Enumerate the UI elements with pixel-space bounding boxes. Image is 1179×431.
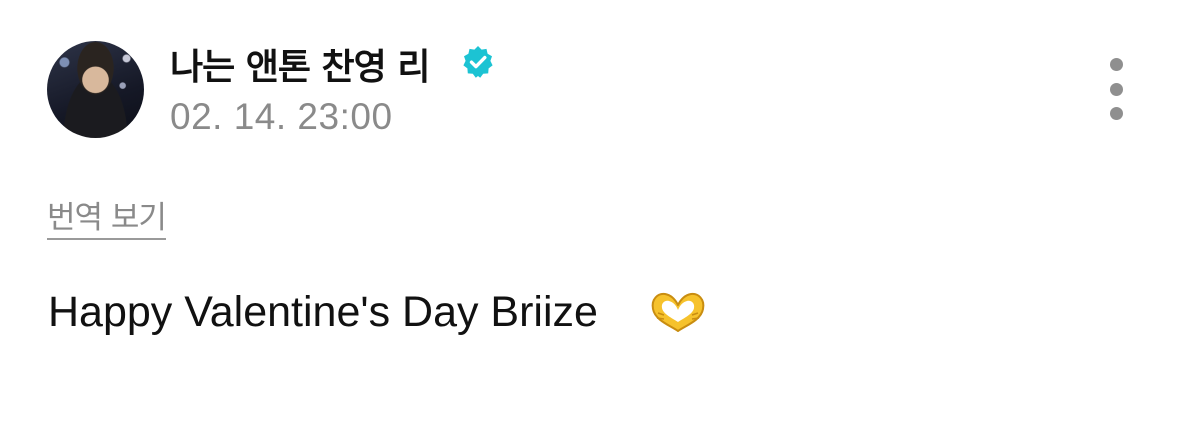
author-name[interactable]: 나는 앤톤 찬영 리: [170, 38, 430, 90]
verified-badge-icon: [463, 46, 493, 78]
post-timestamp: 02. 14. 23:00: [170, 96, 393, 137]
post-text: Happy Valentine's Day Briize: [48, 288, 598, 336]
heart-hands-icon: [651, 292, 705, 332]
translate-link[interactable]: 번역 보기: [47, 192, 167, 240]
author-avatar[interactable]: [47, 41, 144, 138]
more-dot: [1109, 82, 1123, 96]
more-vertical-icon: [1109, 58, 1123, 71]
more-options-button[interactable]: [1100, 58, 1132, 120]
more-dot: [1109, 107, 1123, 120]
